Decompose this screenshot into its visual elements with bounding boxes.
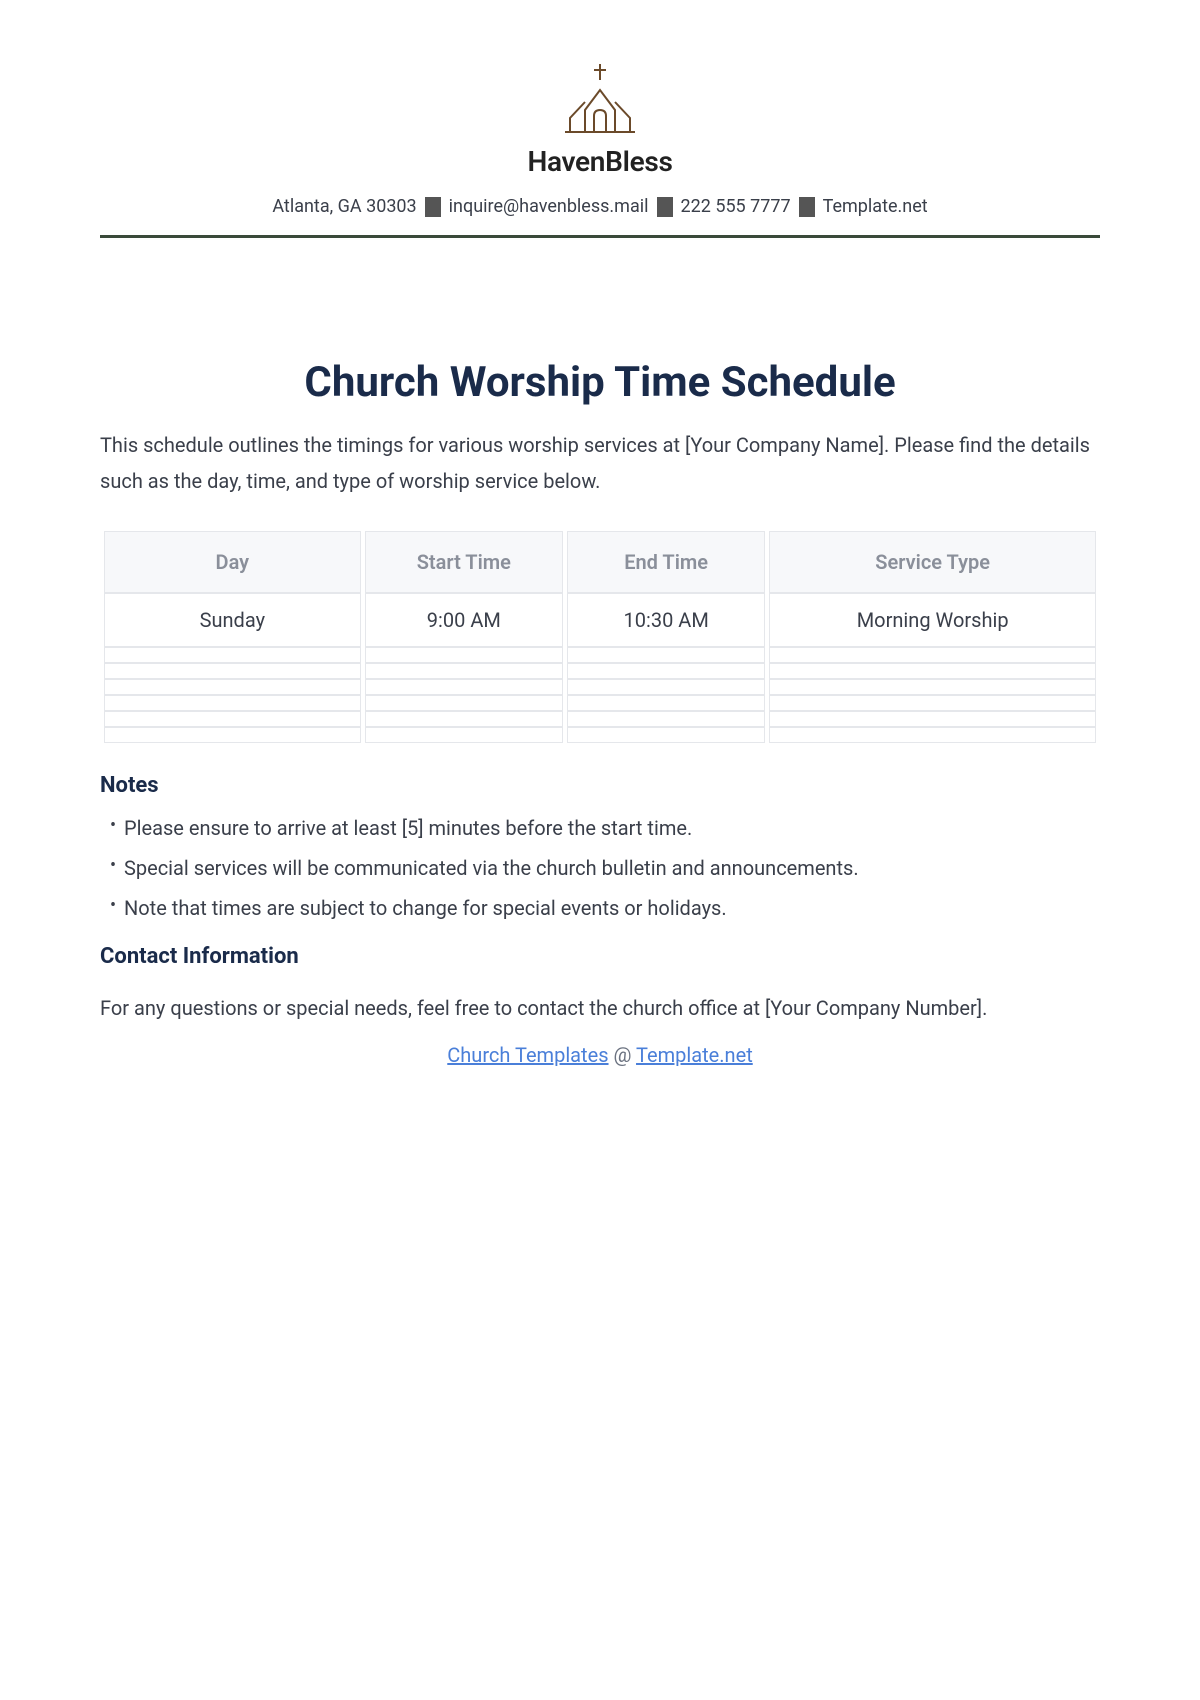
empty-cell — [104, 711, 361, 727]
footer-link-site[interactable]: Template.net — [636, 1043, 753, 1067]
cell-day: Sunday — [104, 593, 361, 647]
empty-cell — [769, 711, 1096, 727]
empty-cell — [567, 679, 765, 695]
list-item: Special services will be communicated vi… — [100, 850, 1100, 886]
empty-cell — [567, 711, 765, 727]
church-logo-icon — [550, 60, 650, 140]
column-header-service: Service Type — [769, 531, 1096, 593]
table-header-row: Day Start Time End Time Service Type — [104, 531, 1096, 593]
empty-cell — [567, 727, 765, 743]
table-row — [104, 727, 1096, 743]
empty-cell — [769, 647, 1096, 663]
cell-end: 10:30 AM — [567, 593, 765, 647]
notes-list: Please ensure to arrive at least [5] min… — [100, 810, 1100, 926]
document-header: HavenBless Atlanta, GA 30303 inquire@hav… — [100, 60, 1100, 238]
footer-separator: @ — [609, 1043, 637, 1067]
divider-icon — [799, 197, 815, 217]
empty-cell — [769, 663, 1096, 679]
table-row — [104, 647, 1096, 663]
header-site: Template.net — [815, 196, 936, 217]
empty-cell — [567, 663, 765, 679]
empty-cell — [365, 695, 563, 711]
footer-links: Church Templates @ Template.net — [100, 1043, 1100, 1067]
footer-link-templates[interactable]: Church Templates — [447, 1043, 608, 1067]
table-row — [104, 663, 1096, 679]
empty-cell — [567, 647, 765, 663]
empty-cell — [104, 727, 361, 743]
cell-service: Morning Worship — [769, 593, 1096, 647]
table-row — [104, 695, 1096, 711]
document-title: Church Worship Time Schedule — [100, 358, 1100, 407]
divider-icon — [657, 197, 673, 217]
empty-cell — [104, 663, 361, 679]
table-row: Sunday 9:00 AM 10:30 AM Morning Worship — [104, 593, 1096, 647]
list-item: Please ensure to arrive at least [5] min… — [100, 810, 1100, 846]
contact-heading: Contact Information — [100, 944, 1100, 969]
cell-start: 9:00 AM — [365, 593, 563, 647]
table-row — [104, 679, 1096, 695]
empty-cell — [567, 695, 765, 711]
empty-cell — [365, 663, 563, 679]
notes-heading: Notes — [100, 773, 1100, 798]
table-row — [104, 711, 1096, 727]
schedule-table: Day Start Time End Time Service Type Sun… — [100, 531, 1100, 743]
divider-icon — [425, 197, 441, 217]
intro-paragraph: This schedule outlines the timings for v… — [100, 427, 1100, 499]
column-header-day: Day — [104, 531, 361, 593]
empty-cell — [104, 695, 361, 711]
brand-name: HavenBless — [100, 145, 1100, 178]
header-location: Atlanta, GA 30303 — [264, 196, 424, 217]
empty-cell — [104, 679, 361, 695]
header-phone: 222 555 7777 — [673, 196, 799, 217]
empty-cell — [365, 711, 563, 727]
header-email: inquire@havenbless.mail — [441, 196, 657, 217]
list-item: Note that times are subject to change fo… — [100, 890, 1100, 926]
empty-cell — [769, 727, 1096, 743]
contact-text: For any questions or special needs, feel… — [100, 989, 1100, 1027]
empty-cell — [365, 727, 563, 743]
empty-cell — [365, 647, 563, 663]
header-info: Atlanta, GA 30303 inquire@havenbless.mai… — [100, 196, 1100, 217]
empty-cell — [769, 695, 1096, 711]
empty-cell — [104, 647, 361, 663]
column-header-end: End Time — [567, 531, 765, 593]
column-header-start: Start Time — [365, 531, 563, 593]
logo-container — [100, 60, 1100, 140]
empty-cell — [769, 679, 1096, 695]
empty-cell — [365, 679, 563, 695]
